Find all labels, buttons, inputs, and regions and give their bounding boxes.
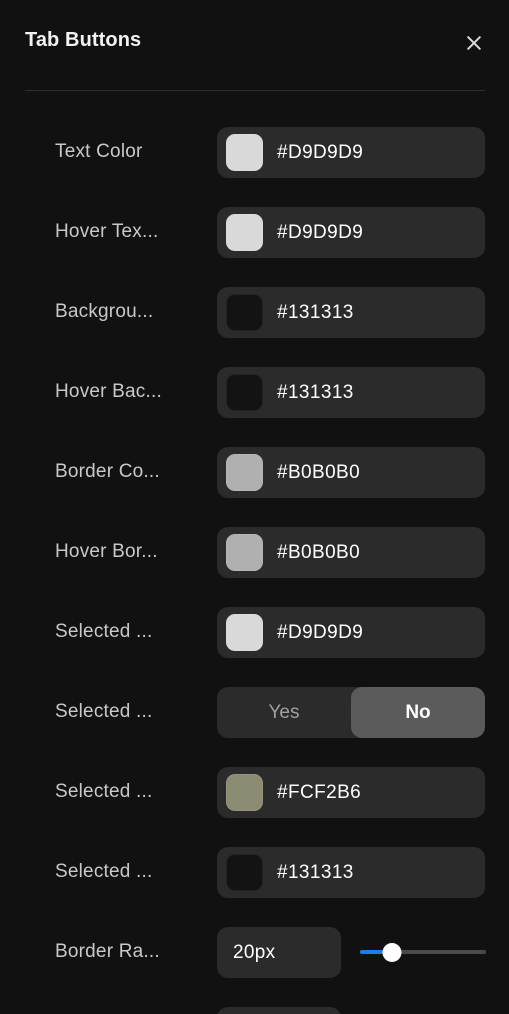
color-hex-value[interactable]: #131313 (277, 862, 354, 884)
color-swatch[interactable] (226, 214, 263, 251)
color-hex-value[interactable]: #131313 (277, 302, 354, 324)
toggle-option-yes[interactable]: Yes (217, 687, 351, 738)
close-button[interactable] (458, 27, 490, 59)
color-picker-field[interactable]: #D9D9D9 (217, 607, 485, 658)
property-label: Backgrou... (55, 301, 154, 322)
color-picker-field[interactable]: #B0B0B0 (217, 527, 485, 578)
property-row: Selected ... #131313 (0, 832, 509, 912)
property-label: Selected ... (55, 701, 153, 722)
property-row: Border Co... #B0B0B0 (0, 432, 509, 512)
property-row: Selected ... Yes No (0, 672, 509, 752)
color-swatch[interactable] (226, 854, 263, 891)
property-rows: Text Color #D9D9D9 Hover Tex... #D9D9D9 Back… (0, 112, 509, 1014)
color-picker-field[interactable]: #B0B0B0 (217, 447, 485, 498)
color-picker-field[interactable]: #D9D9D9 (217, 127, 485, 178)
color-swatch[interactable] (226, 454, 263, 491)
color-hex-value[interactable]: #131313 (277, 382, 354, 404)
property-label: Hover Bor... (55, 541, 158, 562)
color-swatch[interactable] (226, 374, 263, 411)
color-picker-field[interactable]: #131313 (217, 847, 485, 898)
color-swatch[interactable] (226, 614, 263, 651)
property-label: Selected ... (55, 861, 153, 882)
property-row: Backgrou... #131313 (0, 272, 509, 352)
yes-no-toggle[interactable]: Yes No (217, 687, 485, 738)
color-hex-value[interactable]: #D9D9D9 (277, 622, 363, 644)
border-radius-input[interactable]: 20px (217, 927, 341, 978)
color-swatch[interactable] (226, 134, 263, 171)
property-label: Hover Tex... (55, 221, 159, 242)
property-label: Text Color (55, 141, 143, 162)
page-title: Tab Buttons (25, 29, 142, 51)
header-divider (25, 90, 485, 91)
color-hex-value[interactable]: #D9D9D9 (277, 222, 363, 244)
property-label: Selected ... (55, 781, 153, 802)
color-swatch[interactable] (226, 294, 263, 331)
property-row: Hover Bor... #B0B0B0 (0, 512, 509, 592)
panel-header: Tab Buttons (0, 0, 509, 91)
property-label: Hover Bac... (55, 381, 162, 402)
property-label: Selected ... (55, 621, 153, 642)
color-picker-field[interactable]: #FCF2B6 (217, 767, 485, 818)
color-hex-value[interactable]: #FCF2B6 (277, 782, 361, 804)
property-row: Selected ... #FCF2B6 (0, 752, 509, 832)
toggle-option-no[interactable]: No (351, 687, 485, 738)
color-hex-value[interactable]: #D9D9D9 (277, 142, 363, 164)
color-swatch[interactable] (226, 774, 263, 811)
property-row: Text Color #D9D9D9 (0, 112, 509, 192)
property-row: Selected ... #D9D9D9 (0, 592, 509, 672)
property-row: Border Ra... 20px (0, 912, 509, 992)
property-row: Hover Tex... #D9D9D9 (0, 192, 509, 272)
color-picker-field[interactable]: #131313 (217, 367, 485, 418)
slider-thumb[interactable] (382, 943, 401, 962)
border-radius-slider[interactable] (360, 927, 486, 978)
next-property-field-partial[interactable] (217, 1007, 341, 1014)
color-picker-field[interactable]: #D9D9D9 (217, 207, 485, 258)
tab-buttons-settings-panel: Tab Buttons Text Color #D9D9D9 Hover Tex..… (0, 0, 509, 1014)
close-icon (465, 34, 483, 52)
color-hex-value[interactable]: #B0B0B0 (277, 462, 360, 484)
color-swatch[interactable] (226, 534, 263, 571)
color-picker-field[interactable]: #131313 (217, 287, 485, 338)
property-row (0, 992, 509, 1014)
property-row: Hover Bac... #131313 (0, 352, 509, 432)
color-hex-value[interactable]: #B0B0B0 (277, 542, 360, 564)
property-label: Border Ra... (55, 941, 160, 962)
border-radius-value: 20px (233, 941, 276, 963)
property-label: Border Co... (55, 461, 160, 482)
